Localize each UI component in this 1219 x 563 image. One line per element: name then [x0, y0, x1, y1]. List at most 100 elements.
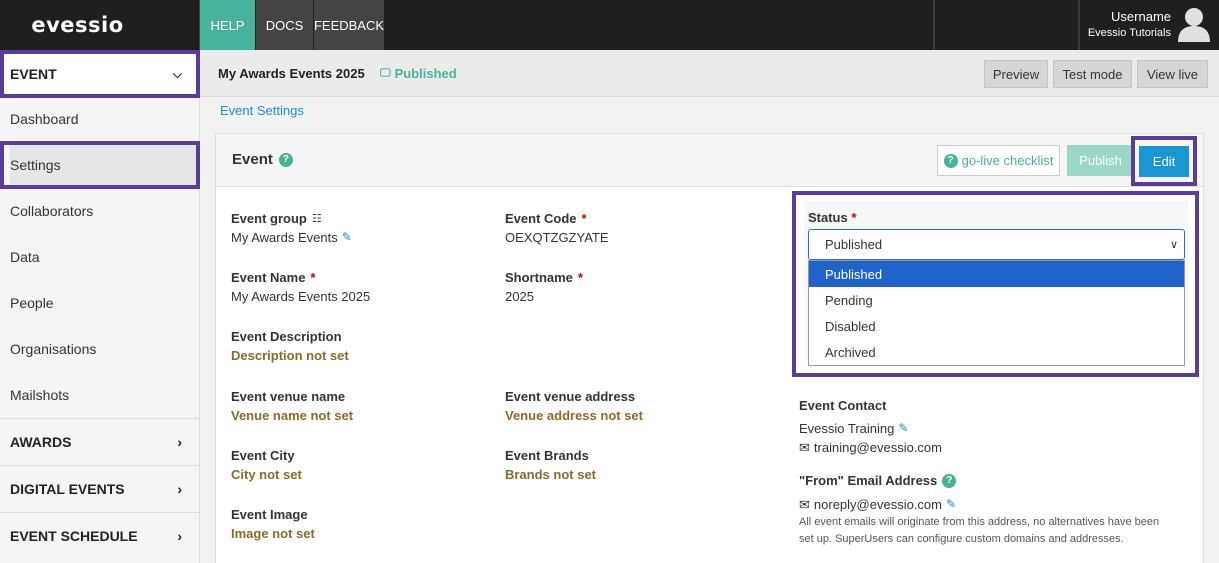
pencil-icon[interactable]: ✎ [342, 228, 352, 247]
status-option-disabled[interactable]: Disabled [809, 313, 1184, 339]
sidebar-item-people[interactable]: People [0, 280, 200, 326]
status-select[interactable]: Published ∨ [808, 229, 1185, 260]
venue-address-field: Event venue address Venue address not se… [505, 388, 643, 425]
page-title: My Awards Events 2025 [218, 66, 365, 81]
event-header-bar: My Awards Events 2025 🖵 Published Previe… [200, 50, 1219, 97]
sidebar-section-digital-events[interactable]: DIGITAL EVENTS › [0, 465, 200, 511]
hierarchy-icon: ☷ [311, 213, 322, 225]
help-icon: ? [943, 153, 958, 168]
chevron-right-icon: › [177, 527, 182, 544]
event-name-value: My Awards Events 2025 [231, 289, 371, 304]
status-dropdown-list: Published Pending Disabled Archived [808, 260, 1185, 366]
envelope-icon: ✉ [799, 497, 810, 512]
edit-highlight: Edit [1131, 136, 1197, 186]
venue-address-value: Venue address not set [505, 408, 643, 423]
tab-docs[interactable]: DOCS [256, 0, 313, 50]
view-live-button[interactable]: View live [1137, 60, 1208, 88]
venue-name-field: Event venue name Venue name not set [231, 388, 353, 425]
contact-email[interactable]: training@evessio.com [814, 438, 942, 457]
tab-feedback[interactable]: FEEDBACK [314, 0, 384, 50]
sidebar-item-label: Organisations [10, 341, 97, 357]
sidebar: EVENT ⌵ Dashboard Settings Collaborators… [0, 50, 200, 563]
preview-button[interactable]: Preview [984, 60, 1048, 88]
sidebar-header-label: EVENT [10, 66, 57, 82]
sidebar-item-label: People [10, 295, 54, 311]
tab-help[interactable]: HELP [200, 0, 255, 50]
evessio-logo[interactable]: evessio [0, 0, 155, 50]
help-icon[interactable]: ? [278, 152, 293, 167]
sidebar-section-awards[interactable]: AWARDS › [0, 418, 200, 464]
divider [933, 0, 935, 50]
venue-name-value: Venue name not set [231, 408, 354, 423]
status-option-published[interactable]: Published [809, 261, 1184, 287]
top-bar: evessio HELP DOCS FEEDBACK Username Eves… [0, 0, 1219, 50]
event-contact-field: Event Contact Evessio Training ✎ ✉ trainin… [799, 397, 942, 457]
avatar-icon[interactable] [1175, 4, 1213, 42]
city-label: Event City [231, 448, 295, 463]
sidebar-item-label: Mailshots [10, 387, 70, 403]
brands-label: Event Brands [505, 448, 589, 463]
sidebar-item-label: Settings [10, 157, 61, 173]
from-email-value: noreply@evessio.com [813, 497, 942, 512]
status-badge-label: Published [394, 66, 457, 81]
username: Username [1111, 9, 1171, 24]
sidebar-section-event-schedule[interactable]: EVENT SCHEDULE › [0, 512, 200, 558]
chevron-down-icon: ⌵ [172, 66, 182, 81]
from-email-note: All event emails will originate from thi… [799, 514, 1159, 548]
event-code-field: Event Code * OEXQTZGZYATE [505, 210, 609, 247]
go-live-label: go-live checklist [961, 153, 1054, 168]
sidebar-item-settings[interactable]: Settings [0, 141, 200, 189]
shortname-field: Shortname * 2025 [505, 269, 583, 306]
panel-title-text: Event [232, 151, 273, 168]
required-mark: * [581, 211, 587, 226]
sidebar-item-dashboard[interactable]: Dashboard [0, 96, 200, 142]
sidebar-section-label: DIGITAL EVENTS [10, 480, 125, 497]
pencil-icon[interactable]: ✎ [898, 419, 908, 438]
sidebar-item-label: Dashboard [10, 111, 79, 127]
event-group-field: Event group ☷ My Awards Events ✎ [231, 210, 352, 247]
contact-name: Evessio Training [799, 421, 895, 436]
pencil-icon[interactable]: ✎ [946, 495, 956, 514]
sidebar-item-organisations[interactable]: Organisations [0, 326, 200, 372]
sidebar-item-data[interactable]: Data [0, 234, 200, 280]
required-mark: * [577, 270, 583, 285]
status-label-text: Status [808, 210, 848, 225]
status-label: Status * [808, 210, 856, 225]
monitor-icon: 🖵 [380, 67, 391, 79]
sidebar-item-collaborators[interactable]: Collaborators [0, 188, 200, 234]
status-badge: 🖵 Published [380, 66, 457, 81]
sidebar-item-label: Collaborators [10, 203, 94, 219]
sidebar-event-header[interactable]: EVENT ⌵ [0, 50, 200, 98]
panel-header: Event ? ? go-live checklist Publish Edit [216, 134, 1203, 187]
venue-address-label: Event venue address [505, 389, 636, 404]
event-name-field: Event Name * My Awards Events 2025 [231, 269, 370, 306]
sidebar-section-label: EVENT SCHEDULE [10, 527, 138, 544]
user-menu[interactable]: Username Evessio Tutorials [1088, 9, 1171, 41]
user-org: Evessio Tutorials [1087, 27, 1171, 39]
image-label: Event Image [231, 507, 308, 522]
event-code-value: OEXQTZGZYATE [505, 230, 609, 245]
go-live-checklist-button[interactable]: ? go-live checklist [937, 145, 1060, 176]
event-contact-label: Event Contact [799, 398, 887, 413]
event-group-label: Event group [231, 211, 307, 226]
venue-name-label: Event venue name [231, 389, 346, 404]
panel-title: Event ? [232, 151, 293, 168]
publish-button[interactable]: Publish [1067, 145, 1134, 176]
event-code-label: Event Code [505, 211, 577, 226]
from-email-field: "From" Email Address? ✉ noreply@evessio.c… [799, 472, 1159, 548]
image-field: Event Image Image not set [231, 506, 315, 543]
status-option-pending[interactable]: Pending [809, 287, 1184, 313]
status-highlight: Status * Published ∨ Published Pending D… [792, 191, 1199, 377]
test-mode-button[interactable]: Test mode [1053, 60, 1132, 88]
divider [1078, 0, 1080, 50]
edit-button[interactable]: Edit [1139, 145, 1189, 177]
status-option-archived[interactable]: Archived [809, 339, 1184, 365]
status-selected-value: Published [825, 237, 883, 252]
city-field: Event City City not set [231, 447, 302, 484]
top-nav: HELP DOCS FEEDBACK [200, 0, 385, 50]
sidebar-item-mailshots[interactable]: Mailshots [0, 372, 200, 418]
help-icon[interactable]: ? [942, 474, 957, 488]
shortname-label: Shortname [505, 270, 573, 285]
required-mark: * [851, 210, 857, 225]
breadcrumb[interactable]: Event Settings [220, 103, 304, 118]
